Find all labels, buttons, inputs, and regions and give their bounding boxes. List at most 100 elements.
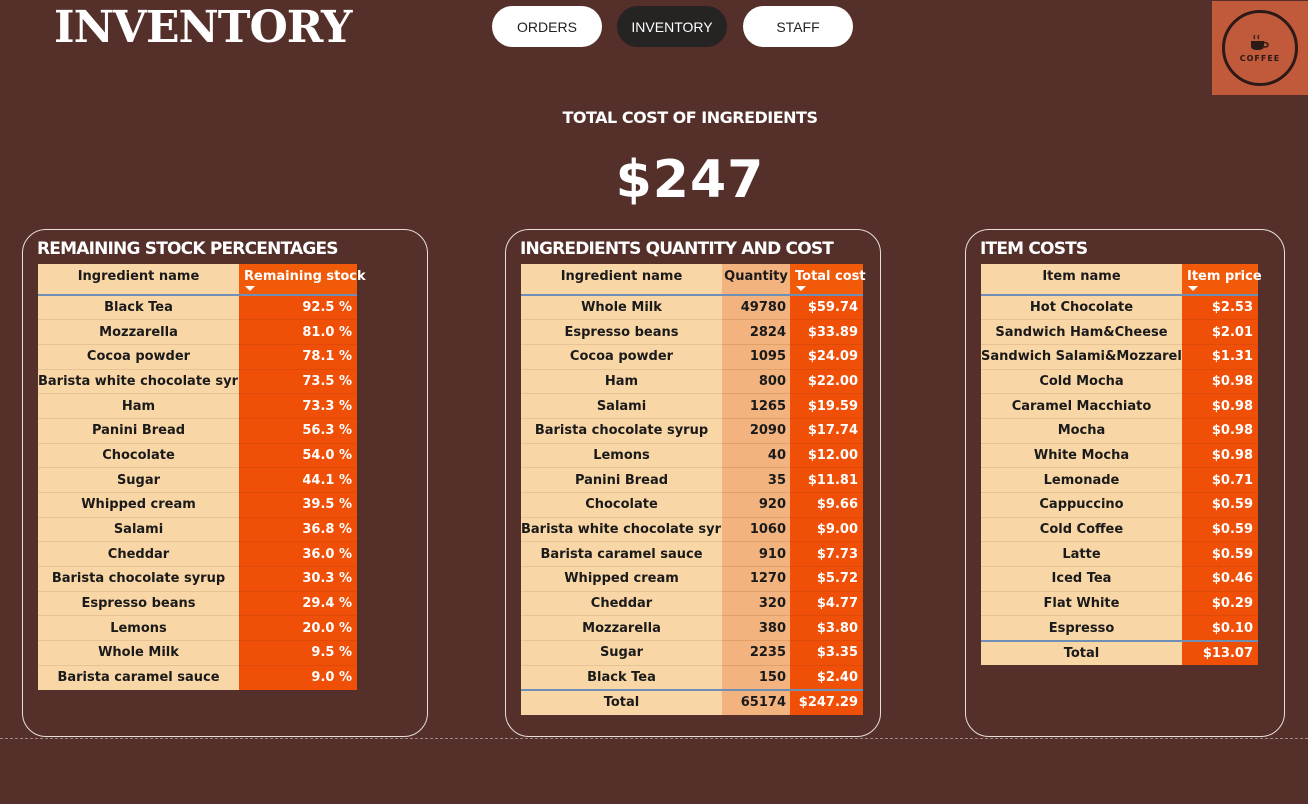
column-header-remaining-stock[interactable]: Remaining stock xyxy=(239,264,366,296)
remaining-stock-cell: 54.0 % xyxy=(239,442,357,468)
item-name-cell: Sandwich Ham&Cheese xyxy=(981,319,1182,345)
quantity-cell: 2235 xyxy=(722,640,790,666)
table-row[interactable]: Black Tea 92.5 % xyxy=(38,294,357,320)
remaining-stock-cell: 9.5 % xyxy=(239,640,357,666)
column-header-ingredient-name[interactable]: Ingredient name xyxy=(38,264,239,296)
table-row[interactable]: Lemons 40 $12.00 xyxy=(521,442,863,468)
total-cost-cell: $59.74 xyxy=(790,294,863,320)
total-cost-cell: $9.66 xyxy=(790,492,863,518)
kpi-title: TOTAL COST OF INGREDIENTS xyxy=(562,108,818,127)
total-cost-cell: $11.81 xyxy=(790,467,863,493)
ingredient-name-cell: Whipped cream xyxy=(521,566,722,592)
ingredient-name-cell: Black Tea xyxy=(38,294,239,320)
ingredient-name-cell: Barista chocolate syrup xyxy=(38,566,239,592)
table-row[interactable]: Sugar 2235 $3.35 xyxy=(521,640,863,666)
table-row[interactable]: Lemonade $0.71 xyxy=(981,467,1258,493)
table-row[interactable]: Mocha $0.98 xyxy=(981,417,1258,444)
table-row[interactable]: Ham 800 $22.00 xyxy=(521,368,863,394)
table-row[interactable]: Barista caramel sauce 9.0 % xyxy=(38,664,357,690)
nav-staff-button[interactable]: STAFF xyxy=(743,6,853,47)
stock-table: Ingredient name Remaining stock Black Te… xyxy=(38,264,366,690)
table-row[interactable]: Chocolate 54.0 % xyxy=(38,442,357,468)
table-row[interactable]: Latte $0.59 xyxy=(981,541,1258,567)
table-row[interactable]: Cocoa powder 78.1 % xyxy=(38,343,357,370)
table-row[interactable]: Cocoa powder 1095 $24.09 xyxy=(521,343,863,370)
nav-orders-button[interactable]: ORDERS xyxy=(492,6,602,47)
table-row[interactable]: White Mocha $0.98 xyxy=(981,442,1258,468)
ingredient-name-cell: Chocolate xyxy=(38,442,239,468)
stock-card-title: REMAINING STOCK PERCENTAGES xyxy=(37,239,339,259)
table-row[interactable]: Salami 36.8 % xyxy=(38,516,357,542)
quantity-cell: 1060 xyxy=(722,516,790,542)
table-row[interactable]: Caramel Macchiato $0.98 xyxy=(981,393,1258,419)
sort-desc-icon[interactable] xyxy=(796,286,806,291)
table-row[interactable]: Lemons 20.0 % xyxy=(38,615,357,641)
table-row[interactable]: Salami 1265 $19.59 xyxy=(521,393,863,419)
item-name-cell: Mocha xyxy=(981,417,1182,444)
sort-desc-icon[interactable] xyxy=(245,286,255,291)
ingredient-name-cell: Ham xyxy=(521,368,722,394)
table-row[interactable]: Espresso beans 2824 $33.89 xyxy=(521,319,863,345)
ingredient-name-cell: Barista white chocolate syrup xyxy=(521,516,722,542)
column-header-ingredient-name[interactable]: Ingredient name xyxy=(521,264,722,296)
quantity-cell: 2090 xyxy=(722,417,790,444)
table-row[interactable]: Sandwich Salami&Mozzarella $1.31 xyxy=(981,343,1258,370)
ingredient-name-cell: Salami xyxy=(38,516,239,542)
table-row[interactable]: Mozzarella 380 $3.80 xyxy=(521,615,863,641)
table-row[interactable]: Barista caramel sauce 910 $7.73 xyxy=(521,541,863,567)
ingredient-name-cell: Barista caramel sauce xyxy=(521,541,722,567)
table-row[interactable]: Cappuccino $0.59 xyxy=(981,492,1258,518)
table-row[interactable]: Espresso $0.10 xyxy=(981,615,1258,641)
table-row[interactable]: Barista white chocolate syrup 73.5 % xyxy=(38,368,357,394)
remaining-stock-cell: 78.1 % xyxy=(239,343,357,370)
items-table-body: Hot Chocolate $2.53 Sandwich Ham&Cheese $2.… xyxy=(981,294,1258,666)
table-row[interactable]: Whole Milk 9.5 % xyxy=(38,640,357,666)
column-header-item-name[interactable]: Item name xyxy=(981,264,1182,296)
table-row[interactable]: Cheddar 320 $4.77 xyxy=(521,590,863,616)
item-name-cell: Sandwich Salami&Mozzarella xyxy=(981,343,1182,370)
table-row[interactable]: Barista chocolate syrup 2090 $17.74 xyxy=(521,417,863,444)
table-row[interactable]: Panini Bread 56.3 % xyxy=(38,417,357,444)
table-row[interactable]: Chocolate 920 $9.66 xyxy=(521,492,863,518)
table-row[interactable]: Iced Tea $0.46 xyxy=(981,566,1258,592)
item-name-cell: Total xyxy=(981,639,1182,666)
total-cost-cell: $4.77 xyxy=(790,590,863,616)
ingredient-name-cell: Salami xyxy=(521,393,722,419)
total-cost-cell: $22.00 xyxy=(790,368,863,394)
total-row: Total $13.07 xyxy=(981,639,1258,666)
table-row[interactable]: Panini Bread 35 $11.81 xyxy=(521,467,863,493)
ingredient-name-cell: Whole Milk xyxy=(521,294,722,320)
table-row[interactable]: Cold Mocha $0.98 xyxy=(981,368,1258,394)
table-row[interactable]: Cold Coffee $0.59 xyxy=(981,516,1258,542)
table-row[interactable]: Whipped cream 1270 $5.72 xyxy=(521,566,863,592)
item-price-cell: $0.59 xyxy=(1182,516,1258,542)
ingredient-name-cell: Mozzarella xyxy=(521,615,722,641)
table-row[interactable]: Sandwich Ham&Cheese $2.01 xyxy=(981,319,1258,345)
column-header-quantity[interactable]: Quantity xyxy=(722,264,790,296)
table-row[interactable]: Barista white chocolate syrup 1060 $9.00 xyxy=(521,516,863,542)
remaining-stock-cell: 39.5 % xyxy=(239,492,357,518)
table-row[interactable]: Sugar 44.1 % xyxy=(38,467,357,493)
table-header-row: Ingredient name Remaining stock xyxy=(38,264,366,296)
table-row[interactable]: Mozzarella 81.0 % xyxy=(38,319,357,345)
table-row[interactable]: Espresso beans 29.4 % xyxy=(38,590,357,616)
page-divider xyxy=(0,738,1308,739)
table-row[interactable]: Cheddar 36.0 % xyxy=(38,541,357,567)
table-row[interactable]: Whole Milk 49780 $59.74 xyxy=(521,294,863,320)
table-row[interactable]: Whipped cream 39.5 % xyxy=(38,492,357,518)
nav-inventory-button[interactable]: INVENTORY xyxy=(617,6,727,47)
table-row[interactable]: Black Tea 150 $2.40 xyxy=(521,664,863,690)
table-row[interactable]: Flat White $0.29 xyxy=(981,590,1258,616)
table-row[interactable]: Hot Chocolate $2.53 xyxy=(981,294,1258,320)
item-price-cell: $0.98 xyxy=(1182,442,1258,468)
sort-desc-icon[interactable] xyxy=(1188,286,1198,291)
item-name-cell: White Mocha xyxy=(981,442,1182,468)
quantity-cell: 2824 xyxy=(722,319,790,345)
column-header-total-cost[interactable]: Total cost xyxy=(790,264,866,296)
table-row[interactable]: Ham 73.3 % xyxy=(38,393,357,419)
quantity-cell: 910 xyxy=(722,541,790,567)
item-price-cell: $13.07 xyxy=(1182,639,1258,666)
item-name-cell: Iced Tea xyxy=(981,566,1182,592)
column-header-item-price[interactable]: Item price xyxy=(1182,264,1262,296)
table-row[interactable]: Barista chocolate syrup 30.3 % xyxy=(38,566,357,592)
